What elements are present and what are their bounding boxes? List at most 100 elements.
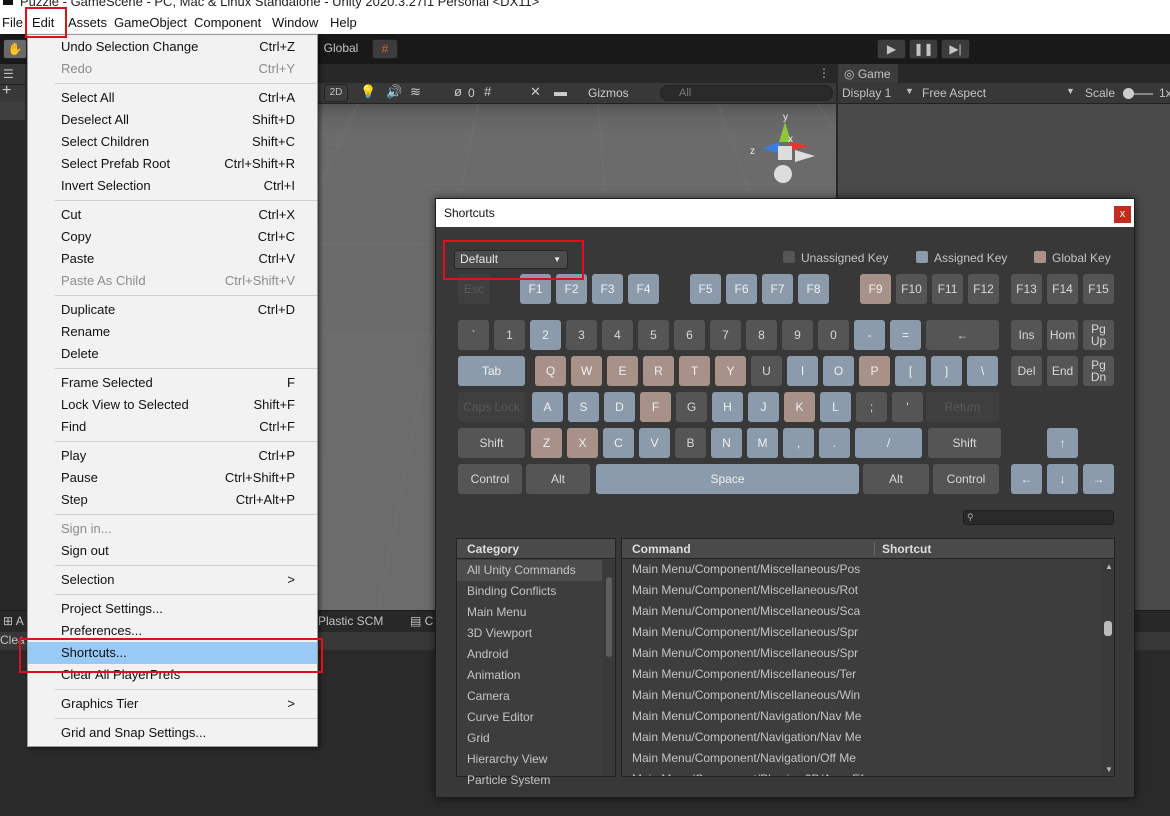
key-row-f-7[interactable]: F7 — [762, 274, 793, 304]
key-row-f-9[interactable]: F9 — [860, 274, 891, 304]
aspect-dropdown[interactable]: Free Aspect — [922, 86, 986, 100]
menu-item-pause[interactable]: Pause Ctrl+Shift+P — [28, 467, 317, 489]
command-row[interactable]: Main Menu/Component/Miscellaneous/Ter — [622, 664, 1102, 685]
close-button[interactable]: x — [1114, 206, 1131, 223]
key-row-a-1[interactable]: A — [532, 392, 563, 422]
menu-item-deselect-all[interactable]: Deselect All Shift+D — [28, 109, 317, 131]
grid-visibility-icon[interactable]: # — [484, 84, 491, 99]
key-row-num-5[interactable]: 5 — [638, 320, 669, 350]
key-row-z-0[interactable]: Shift — [458, 428, 525, 458]
menu-item-undo-selection-change[interactable]: Undo Selection Change Ctrl+Z — [28, 36, 317, 58]
key-row-f-15[interactable]: F15 — [1083, 274, 1114, 304]
key-row-f-12[interactable]: F12 — [968, 274, 999, 304]
step-button[interactable]: ▶| — [941, 39, 970, 59]
key-row-a-0[interactable]: Caps Lock — [458, 392, 525, 422]
key-row-z-11[interactable]: Shift — [928, 428, 1001, 458]
play-button[interactable]: ▶ — [877, 39, 906, 59]
key-row-num-6[interactable]: 6 — [674, 320, 705, 350]
key-row-q-2[interactable]: W — [571, 356, 602, 386]
key-row-num-11[interactable]: - — [854, 320, 885, 350]
menu-item-find[interactable]: Find Ctrl+F — [28, 416, 317, 438]
pause-button[interactable]: ❚❚ — [909, 39, 938, 59]
key-row-q-3[interactable]: E — [607, 356, 638, 386]
menu-assets[interactable]: Assets — [68, 13, 107, 32]
key-row-a-5[interactable]: G — [676, 392, 707, 422]
camera-icon[interactable]: ▬ — [554, 84, 567, 99]
key-row-a-3[interactable]: D — [604, 392, 635, 422]
key-row-num-9[interactable]: 9 — [782, 320, 813, 350]
lighting-icon[interactable]: 💡 — [360, 84, 376, 100]
key-row-num-4[interactable]: 4 — [602, 320, 633, 350]
key-nav-1[interactable]: Hom — [1047, 320, 1078, 350]
key-row-z-1[interactable]: Z — [531, 428, 562, 458]
key-nav-4[interactable]: End — [1047, 356, 1078, 386]
category-item[interactable]: All Unity Commands — [457, 560, 602, 581]
key-row-f-4[interactable]: F4 — [628, 274, 659, 304]
key-row-bottom-2[interactable]: Space — [596, 464, 859, 494]
scroll-up-icon[interactable]: ▲ — [1105, 562, 1113, 571]
key-row-f-3[interactable]: F3 — [592, 274, 623, 304]
key-row-z-10[interactable]: / — [855, 428, 922, 458]
key-row-q-12[interactable]: ] — [931, 356, 962, 386]
tools-icon[interactable]: ✕ — [530, 84, 541, 100]
command-row[interactable]: Main Menu/Component/Physics 2D/Area Ef — [622, 769, 1102, 776]
project-tab[interactable]: ⊞ A — [3, 614, 24, 628]
key-row-q-4[interactable]: R — [643, 356, 674, 386]
console-tab[interactable]: ▤ C — [410, 614, 433, 628]
category-item[interactable]: Binding Conflicts — [457, 581, 602, 602]
gizmos-dropdown[interactable]: Gizmos — [588, 86, 629, 100]
menu-item-copy[interactable]: Copy Ctrl+C — [28, 226, 317, 248]
key-row-q-9[interactable]: O — [823, 356, 854, 386]
shortcut-column-header[interactable]: Shortcut — [882, 539, 931, 559]
hand-tool-button[interactable]: ✋ — [3, 39, 27, 59]
command-scrollbar[interactable]: ▲ ▼ — [1102, 560, 1114, 776]
menu-help[interactable]: Help — [330, 13, 357, 32]
category-item[interactable]: Hierarchy View — [457, 749, 602, 770]
menu-item-invert-selection[interactable]: Invert Selection Ctrl+I — [28, 175, 317, 197]
key-nav-0[interactable]: Ins — [1011, 320, 1042, 350]
key-row-z-2[interactable]: X — [567, 428, 598, 458]
key-row-a-10[interactable]: ; — [856, 392, 887, 422]
category-item[interactable]: Particle System — [457, 770, 602, 791]
menu-file[interactable]: File — [2, 13, 23, 32]
menu-item-sign-out[interactable]: Sign out — [28, 540, 317, 562]
key-row-num-3[interactable]: 3 — [566, 320, 597, 350]
key-arrows-0[interactable]: ↑ — [1047, 428, 1078, 458]
category-item[interactable]: Animation — [457, 665, 602, 686]
key-row-f-14[interactable]: F14 — [1047, 274, 1078, 304]
menu-item-graphics-tier[interactable]: Graphics Tier > — [28, 693, 317, 715]
key-row-a-11[interactable]: ' — [892, 392, 923, 422]
key-row-bottom-4[interactable]: Control — [933, 464, 999, 494]
command-row[interactable]: Main Menu/Component/Navigation/Nav Me — [622, 727, 1102, 748]
menu-item-rename[interactable]: Rename — [28, 321, 317, 343]
command-scroll-thumb[interactable] — [1104, 621, 1112, 636]
menu-item-delete[interactable]: Delete — [28, 343, 317, 365]
scale-slider-thumb[interactable] — [1123, 88, 1134, 99]
hierarchy-tab[interactable]: ☰ H — [0, 64, 25, 101]
key-row-z-6[interactable]: N — [711, 428, 742, 458]
menu-item-project-settings[interactable]: Project Settings... — [28, 598, 317, 620]
hierarchy-scene-row[interactable] — [0, 102, 25, 120]
command-row[interactable]: Main Menu/Component/Navigation/Nav Me — [622, 706, 1102, 727]
key-row-f-8[interactable]: F8 — [798, 274, 829, 304]
command-row[interactable]: Main Menu/Component/Miscellaneous/Spr — [622, 622, 1102, 643]
menu-item-frame-selected[interactable]: Frame Selected F — [28, 372, 317, 394]
key-row-a-4[interactable]: F — [640, 392, 671, 422]
panel-menu-icon[interactable]: ⋮ — [818, 66, 830, 80]
key-row-f-13[interactable]: F13 — [1011, 274, 1042, 304]
key-nav-2[interactable]: Pg Up — [1083, 320, 1114, 350]
key-row-bottom-3[interactable]: Alt — [863, 464, 929, 494]
key-row-num-13[interactable]: ← — [926, 320, 999, 350]
key-nav-5[interactable]: Pg Dn — [1083, 356, 1114, 386]
column-divider[interactable] — [874, 542, 875, 556]
key-row-a-2[interactable]: S — [568, 392, 599, 422]
category-item[interactable]: Main Menu — [457, 602, 602, 623]
key-row-q-1[interactable]: Q — [535, 356, 566, 386]
command-row[interactable]: Main Menu/Component/Miscellaneous/Win — [622, 685, 1102, 706]
menu-component[interactable]: Component — [194, 13, 261, 32]
game-tab[interactable]: ◎ Game — [838, 64, 898, 84]
category-item[interactable]: 3D Viewport — [457, 623, 602, 644]
key-row-q-6[interactable]: Y — [715, 356, 746, 386]
key-row-a-8[interactable]: K — [784, 392, 815, 422]
menu-item-selection[interactable]: Selection > — [28, 569, 317, 591]
